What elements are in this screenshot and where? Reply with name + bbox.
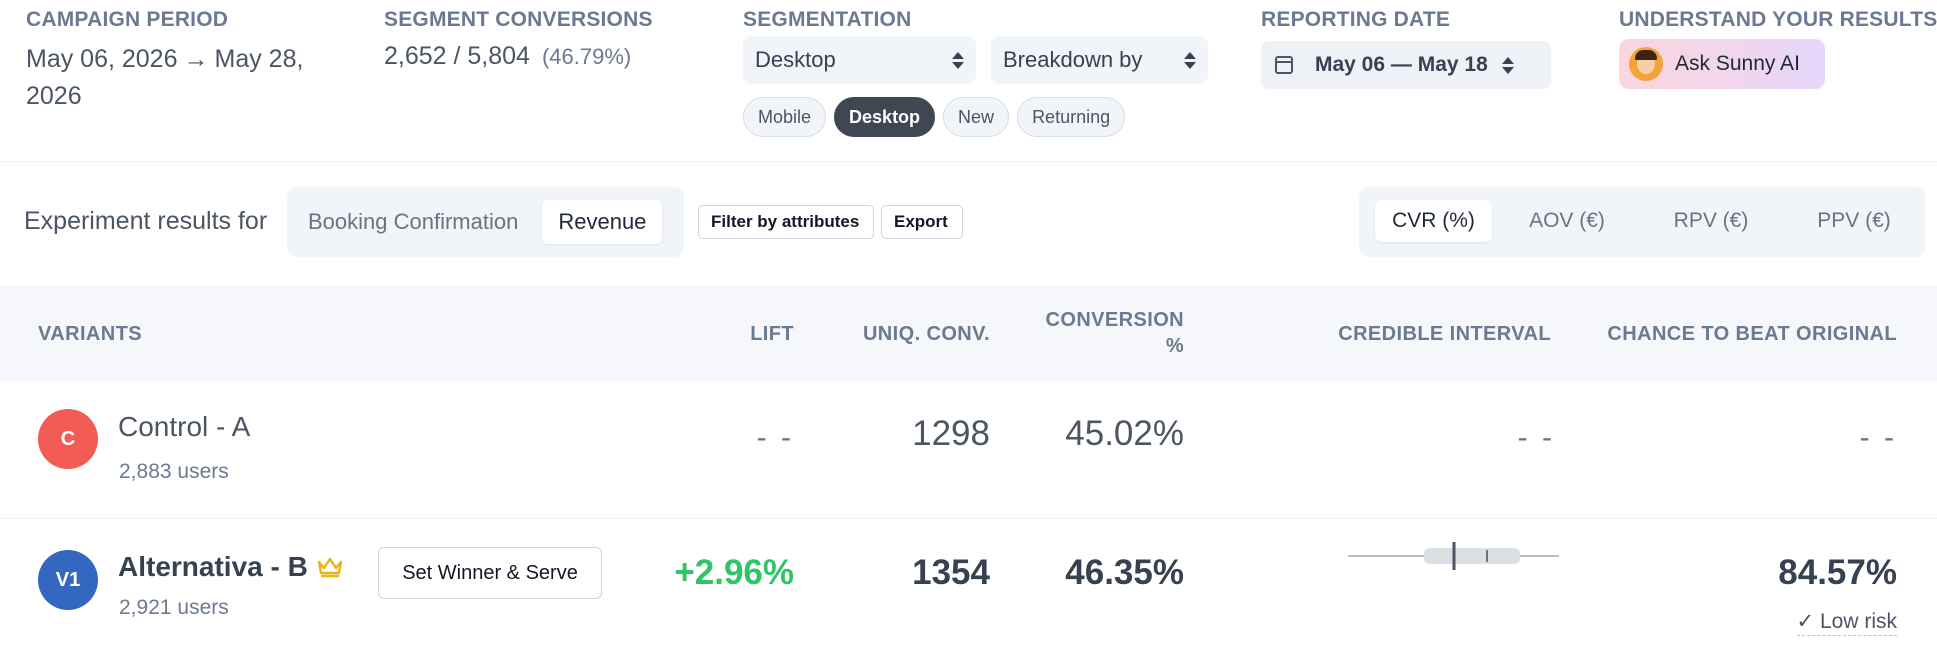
ask-sunny-ai-label: Ask Sunny AI: [1675, 52, 1800, 75]
sunny-avatar: [1629, 47, 1663, 81]
lift-value: +2.96%: [674, 553, 794, 592]
chip-returning[interactable]: Returning: [1017, 97, 1126, 137]
variant-users: 2,921 users: [119, 596, 229, 619]
summary-header: CAMPAIGN PERIOD May 06, 2026 → May 28, 202…: [0, 0, 1937, 162]
column-chance-to-beat: CHANCE TO BEAT ORIGINAL: [1607, 323, 1897, 345]
breakdown-select[interactable]: Breakdown by: [991, 36, 1208, 84]
chance-value: 84.57%: [1778, 553, 1897, 592]
calendar-icon: [1275, 56, 1293, 74]
campaign-period: CAMPAIGN PERIOD May 06, 2026 → May 28, 202…: [26, 0, 326, 115]
column-variants: VARIANTS: [38, 323, 142, 345]
segment-conversions-percent: (46.79%): [541, 44, 632, 69]
column-lift: LIFT: [750, 323, 794, 345]
conversion-value: 45.02%: [1065, 414, 1184, 453]
results-table-header: VARIANTS LIFT UNIQ. CONV. CONVERSION % C…: [0, 286, 1937, 381]
metric-cvr[interactable]: CVR (%): [1375, 200, 1492, 242]
table-row-control: C Control - A 2,883 users - - 1298 45.02…: [0, 381, 1937, 519]
period-start: May 06, 2026: [26, 45, 178, 73]
metric-rpv[interactable]: RPV (€): [1656, 200, 1766, 242]
uniq-conv-value: 1354: [912, 553, 990, 592]
segmentation: SEGMENTATION Desktop Breakdown by Mobile…: [743, 0, 1213, 137]
low-risk-label: ✓ Low risk: [1796, 609, 1897, 636]
goal-revenue[interactable]: Revenue: [542, 200, 663, 244]
device-select[interactable]: Desktop: [743, 36, 976, 84]
column-conversion: CONVERSION %: [1045, 309, 1184, 357]
chip-mobile[interactable]: Mobile: [743, 97, 827, 137]
segment-chips: Mobile Desktop New Returning: [743, 97, 1213, 137]
reporting-date: REPORTING DATE May 06 — May 18: [1261, 0, 1581, 89]
segment-conversions-label: SEGMENT CONVERSIONS: [384, 8, 653, 31]
chip-desktop[interactable]: Desktop: [834, 97, 936, 137]
variant-badge: V1: [38, 550, 98, 610]
variant-name: Control - A: [118, 411, 251, 442]
ci-box: [1424, 548, 1520, 564]
segment-conversions-values: 2,652 / 5,804 (46.79%): [384, 42, 714, 71]
arrow-right-icon: →: [183, 45, 209, 73]
variant-name: Alternativa - B: [118, 551, 308, 582]
understand-results: UNDERSTAND YOUR RESULTS Ask Sunny AI: [1619, 0, 1937, 89]
campaign-period-value: May 06, 2026 → May 28, 2026: [26, 41, 326, 115]
segment-conversions: SEGMENT CONVERSIONS 2,652 / 5,804 (46.79%…: [384, 0, 714, 71]
chance-value: - -: [1859, 421, 1897, 454]
select-arrows-icon: [1501, 56, 1514, 74]
reporting-date-label: REPORTING DATE: [1261, 8, 1451, 31]
results-toolbar: Experiment results for Booking Confirmat…: [0, 163, 1937, 285]
filter-by-attributes-button[interactable]: Filter by attributes: [698, 205, 874, 239]
device-select-value: Desktop: [755, 47, 836, 72]
understand-results-label: UNDERSTAND YOUR RESULTS: [1619, 8, 1937, 31]
goal-selector: Booking Confirmation Revenue: [287, 187, 684, 257]
set-winner-serve-button[interactable]: Set Winner & Serve: [378, 547, 602, 599]
export-button[interactable]: Export: [881, 205, 963, 239]
chip-new[interactable]: New: [943, 97, 1010, 137]
uniq-conv-value: 1298: [912, 414, 990, 453]
segmentation-label: SEGMENTATION: [743, 8, 912, 31]
select-arrows-icon: [952, 51, 964, 69]
ask-sunny-ai-button[interactable]: Ask Sunny AI: [1619, 39, 1825, 89]
date-range-value: May 06 — May 18: [1315, 53, 1488, 76]
metric-aov[interactable]: AOV (€): [1512, 200, 1622, 242]
breakdown-select-value: Breakdown by: [1003, 47, 1143, 72]
experiment-results-label: Experiment results for: [24, 207, 268, 235]
metric-selector: CVR (%) AOV (€) RPV (€) PPV (€): [1359, 187, 1925, 257]
campaign-period-label: CAMPAIGN PERIOD: [26, 8, 229, 31]
crown-icon: [317, 557, 343, 577]
column-credible-interval: CREDIBLE INTERVAL: [1338, 323, 1551, 345]
date-range-picker[interactable]: May 06 — May 18: [1261, 41, 1551, 89]
variant-name-wrap: Alternativa - B: [118, 551, 344, 583]
variant-badge: C: [38, 409, 98, 469]
variant-users: 2,883 users: [119, 460, 229, 483]
conversion-value: 46.35%: [1065, 553, 1184, 592]
segment-conversions-value: 2,652 / 5,804: [384, 42, 530, 70]
column-uniq-conv: UNIQ. CONV.: [862, 323, 990, 345]
select-arrows-icon: [1184, 51, 1196, 69]
lift-value: - -: [756, 421, 794, 454]
credible-interval-bar: [1348, 542, 1559, 570]
goal-booking-confirmation[interactable]: Booking Confirmation: [302, 200, 524, 244]
table-row-variant-b: V1 Alternativa - B 2,921 users Set Winne…: [0, 519, 1937, 652]
credible-interval-value: - -: [1517, 421, 1555, 454]
segmentation-selects: Desktop Breakdown by: [743, 36, 1213, 84]
metric-ppv[interactable]: PPV (€): [1799, 200, 1909, 242]
